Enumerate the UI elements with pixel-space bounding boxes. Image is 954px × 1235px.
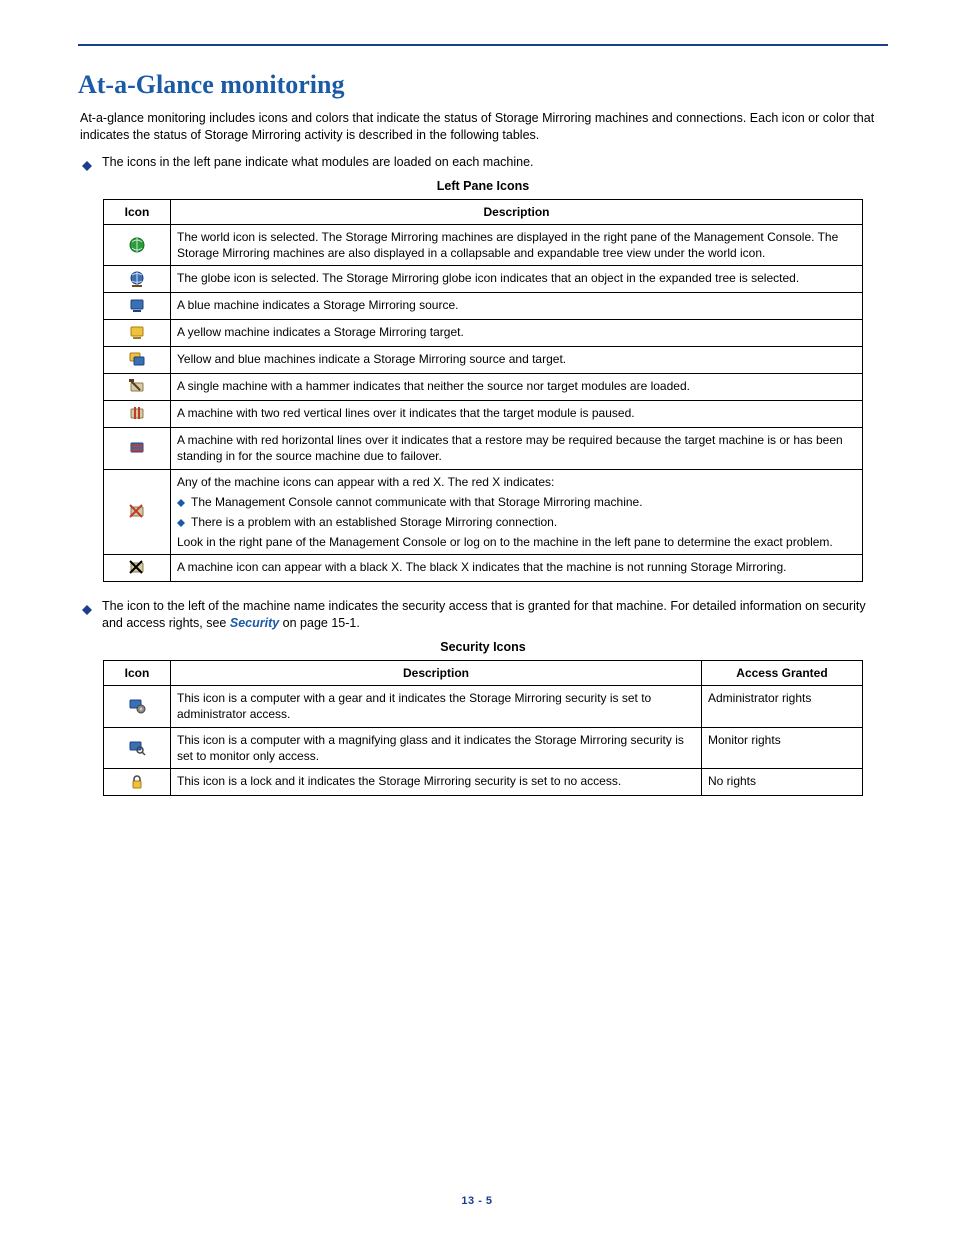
security-link[interactable]: Security — [230, 616, 279, 630]
description-cell: This icon is a computer with a magnifyin… — [171, 727, 702, 768]
page-title: At-a-Glance monitoring — [78, 70, 888, 100]
security-lock-icon — [128, 773, 146, 791]
security-icons-table: Icon Description Access Granted This ico… — [103, 660, 863, 796]
machine-red-x-icon — [128, 503, 146, 521]
icon-cell — [104, 469, 171, 555]
table2-title: Security Icons — [78, 640, 888, 654]
table1-header-desc: Description — [171, 199, 863, 224]
machine-blue-yellow-icon — [128, 351, 146, 369]
document-page: At-a-Glance monitoring At-a-glance monit… — [0, 0, 954, 1235]
machine-hammer-icon — [128, 378, 146, 396]
world-icon — [128, 236, 146, 254]
icon-cell — [104, 374, 171, 401]
icon-cell — [104, 428, 171, 469]
page-number: 13 - 5 — [0, 1195, 954, 1207]
table1-header-icon: Icon — [104, 199, 171, 224]
machine-blue-icon — [128, 297, 146, 315]
icon-cell — [104, 555, 171, 582]
table-row: A machine icon can appear with a black X… — [104, 555, 863, 582]
machine-restore-icon — [128, 439, 146, 457]
icon-cell — [104, 320, 171, 347]
table2-header-desc: Description — [171, 661, 702, 686]
table-row: A single machine with a hammer indicates… — [104, 374, 863, 401]
machine-yellow-icon — [128, 324, 146, 342]
bullet-security: The icon to the left of the machine name… — [78, 598, 888, 632]
table-row: A machine with red horizontal lines over… — [104, 428, 863, 469]
description-cell: A machine icon can appear with a black X… — [171, 555, 863, 582]
description-cell: The globe icon is selected. The Storage … — [171, 266, 863, 293]
description-cell: The world icon is selected. The Storage … — [171, 224, 863, 265]
icon-cell — [104, 224, 171, 265]
sub-bullet-text: The Management Console cannot communicat… — [191, 494, 643, 510]
table2-header-icon: Icon — [104, 661, 171, 686]
table1-title: Left Pane Icons — [78, 179, 888, 193]
table-row: The globe icon is selected. The Storage … — [104, 266, 863, 293]
diamond-bullet-icon — [82, 156, 92, 166]
diamond-bullet-icon — [177, 515, 185, 523]
complex-line: Any of the machine icons can appear with… — [177, 474, 856, 490]
table-row: This icon is a computer with a magnifyin… — [104, 727, 863, 768]
security-admin-icon — [128, 697, 146, 715]
table-row: A blue machine indicates a Storage Mirro… — [104, 293, 863, 320]
description-cell: Any of the machine icons can appear with… — [171, 469, 863, 555]
access-cell: Administrator rights — [702, 686, 863, 727]
table-row: This icon is a computer with a gear and … — [104, 686, 863, 727]
description-cell: A yellow machine indicates a Storage Mir… — [171, 320, 863, 347]
icon-cell — [104, 727, 171, 768]
access-cell: No rights — [702, 769, 863, 796]
description-cell: A machine with two red vertical lines ov… — [171, 401, 863, 428]
description-cell: Yellow and blue machines indicate a Stor… — [171, 347, 863, 374]
table2-header-access: Access Granted — [702, 661, 863, 686]
bullet-left-pane: The icons in the left pane indicate what… — [78, 154, 888, 171]
table-row: A machine with two red vertical lines ov… — [104, 401, 863, 428]
description-cell: A blue machine indicates a Storage Mirro… — [171, 293, 863, 320]
diamond-bullet-icon — [177, 495, 185, 503]
description-cell: A single machine with a hammer indicates… — [171, 374, 863, 401]
description-cell: This icon is a lock and it indicates the… — [171, 769, 702, 796]
machine-black-x-icon — [128, 559, 146, 577]
table-row: Yellow and blue machines indicate a Stor… — [104, 347, 863, 374]
bullet2-suffix: on page 15-1. — [279, 616, 360, 630]
sub-bullet: The Management Console cannot communicat… — [177, 494, 856, 510]
access-cell: Monitor rights — [702, 727, 863, 768]
icon-cell — [104, 686, 171, 727]
diamond-bullet-icon — [82, 600, 92, 610]
sub-bullet: There is a problem with an established S… — [177, 514, 856, 530]
icon-cell — [104, 401, 171, 428]
globe-icon — [128, 270, 146, 288]
bullet2-prefix: The icon to the left of the machine name… — [102, 599, 866, 630]
machine-paused-icon — [128, 405, 146, 423]
left-pane-icons-table: Icon Description The world icon is selec… — [103, 199, 863, 583]
icon-cell — [104, 347, 171, 374]
table-row: The world icon is selected. The Storage … — [104, 224, 863, 265]
security-monitor-icon — [128, 739, 146, 757]
top-rule — [78, 44, 888, 46]
description-cell: A machine with red horizontal lines over… — [171, 428, 863, 469]
bullet-text: The icons in the left pane indicate what… — [102, 154, 534, 171]
icon-cell — [104, 293, 171, 320]
icon-cell — [104, 769, 171, 796]
description-cell: This icon is a computer with a gear and … — [171, 686, 702, 727]
intro-paragraph: At-a-glance monitoring includes icons an… — [78, 110, 888, 144]
sub-bullet-text: There is a problem with an established S… — [191, 514, 557, 530]
complex-line: Look in the right pane of the Management… — [177, 534, 856, 550]
table-row: A yellow machine indicates a Storage Mir… — [104, 320, 863, 347]
table-row: This icon is a lock and it indicates the… — [104, 769, 863, 796]
icon-cell — [104, 266, 171, 293]
bullet-text: The icon to the left of the machine name… — [102, 598, 888, 632]
table-row: Any of the machine icons can appear with… — [104, 469, 863, 555]
